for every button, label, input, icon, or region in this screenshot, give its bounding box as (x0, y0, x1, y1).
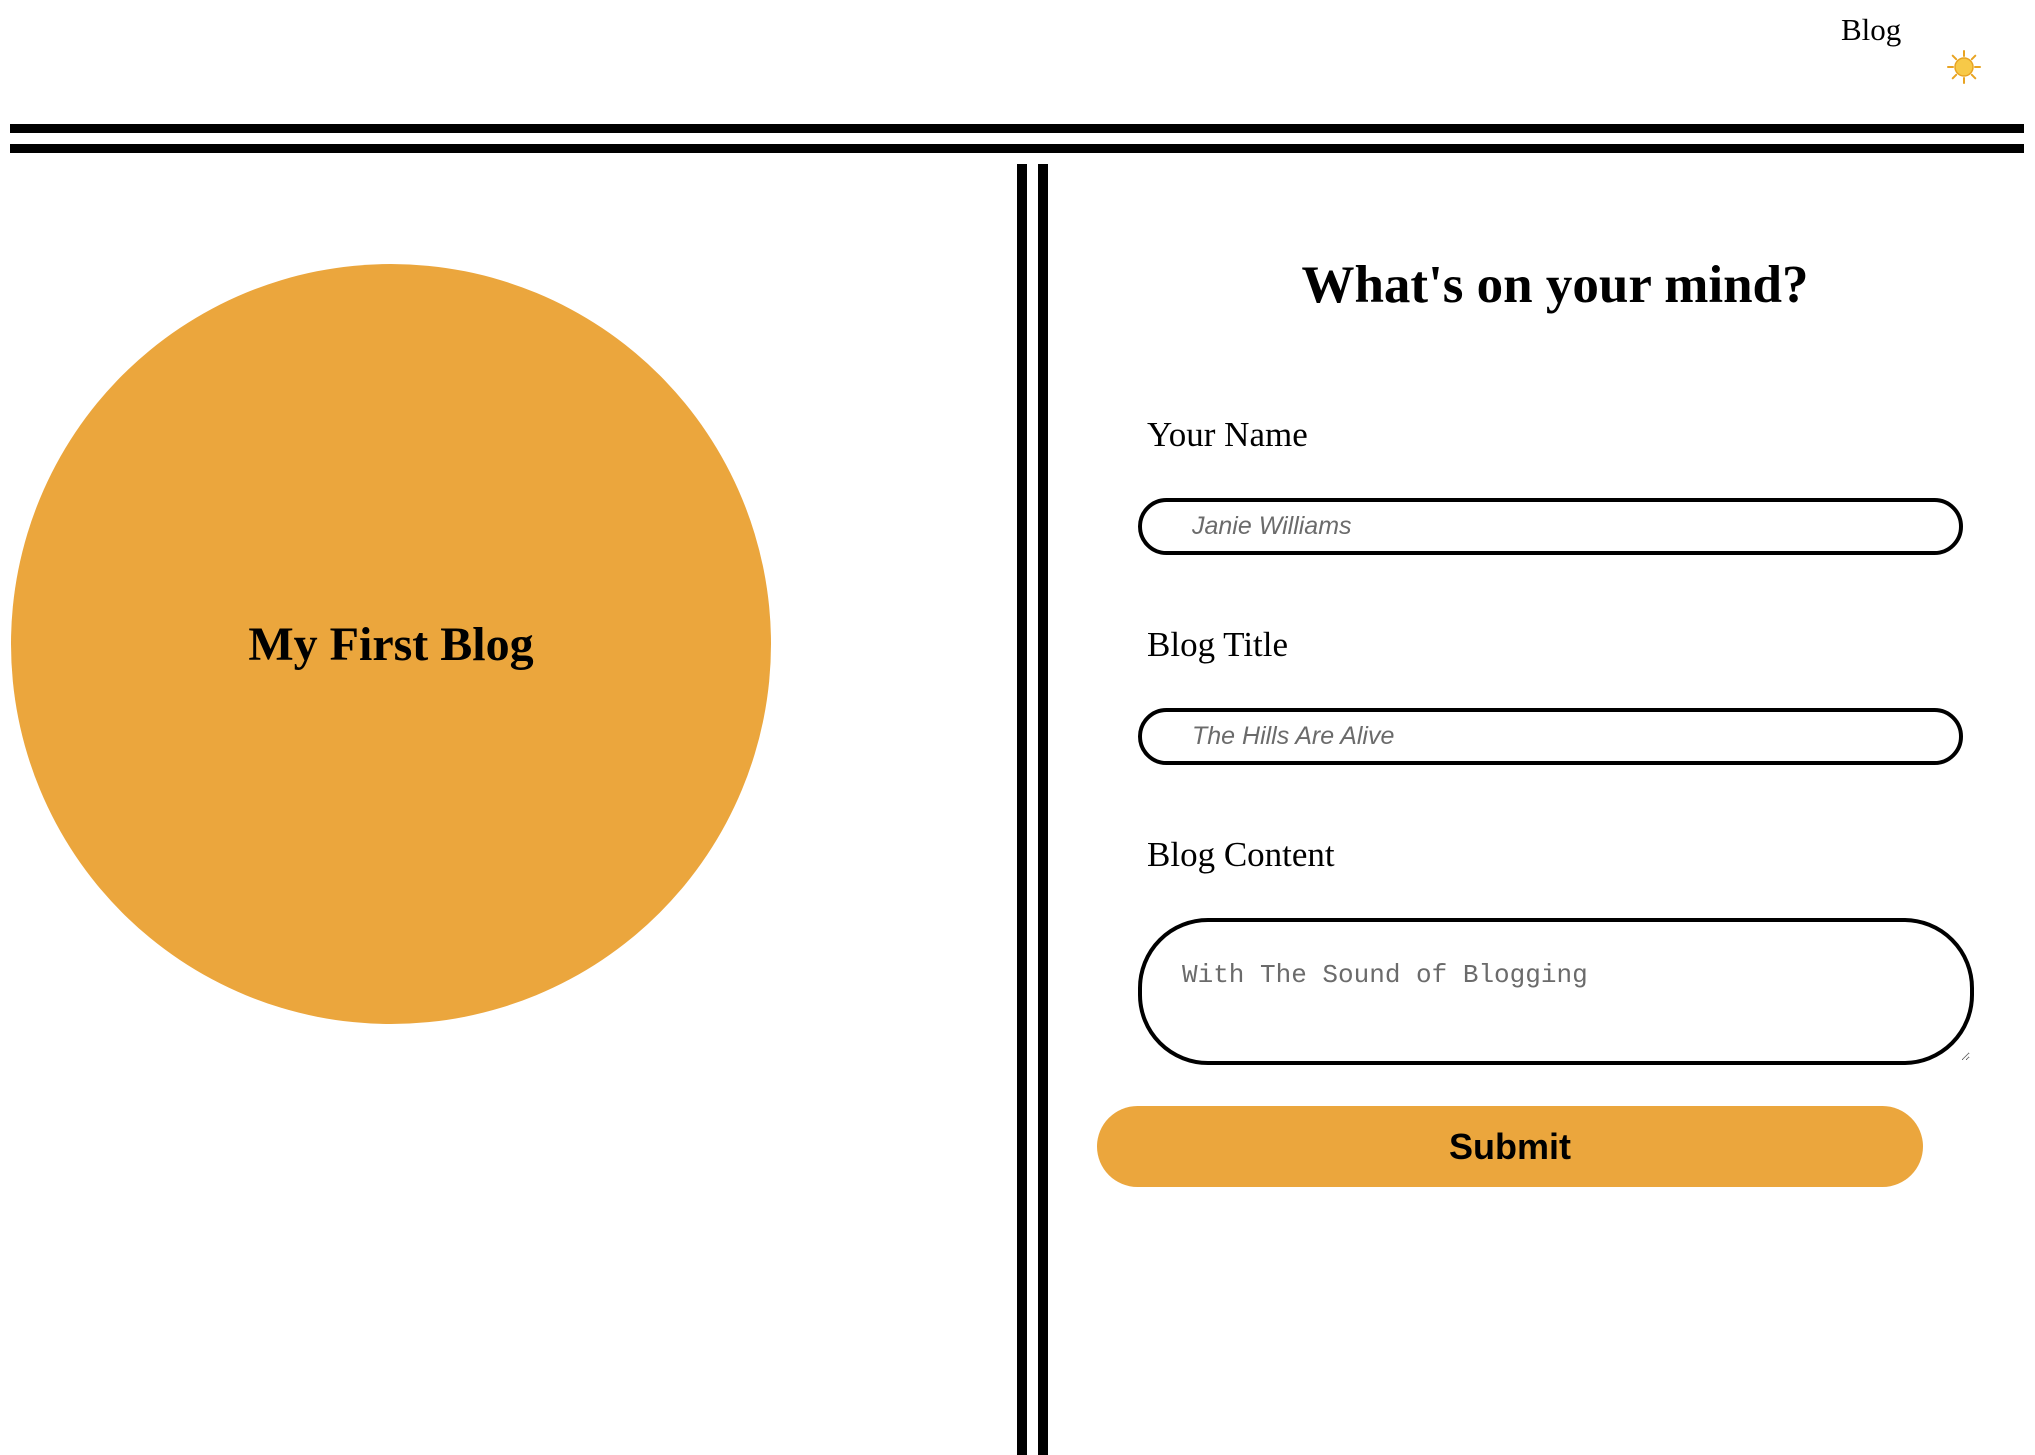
blog-content-textarea[interactable] (1138, 918, 1974, 1065)
header-divider (10, 124, 2024, 153)
content-label: Blog Content (1147, 835, 1335, 874)
name-label: Your Name (1147, 415, 1308, 454)
submit-button[interactable]: Submit (1097, 1106, 1923, 1187)
sun-icon[interactable] (1947, 50, 1981, 84)
form-heading: What's on your mind? (1301, 256, 1809, 314)
blog-hero-circle: My First Blog (11, 264, 771, 1024)
blog-title-input[interactable] (1138, 708, 1963, 765)
nav-link-blog[interactable]: Blog (1841, 12, 1901, 48)
name-input[interactable] (1138, 498, 1963, 555)
blog-title: My First Blog (248, 617, 534, 671)
title-label: Blog Title (1147, 625, 1289, 664)
page: Blog My First Blog What's on your mind? … (0, 0, 2035, 1455)
column-divider (1017, 164, 1048, 1455)
